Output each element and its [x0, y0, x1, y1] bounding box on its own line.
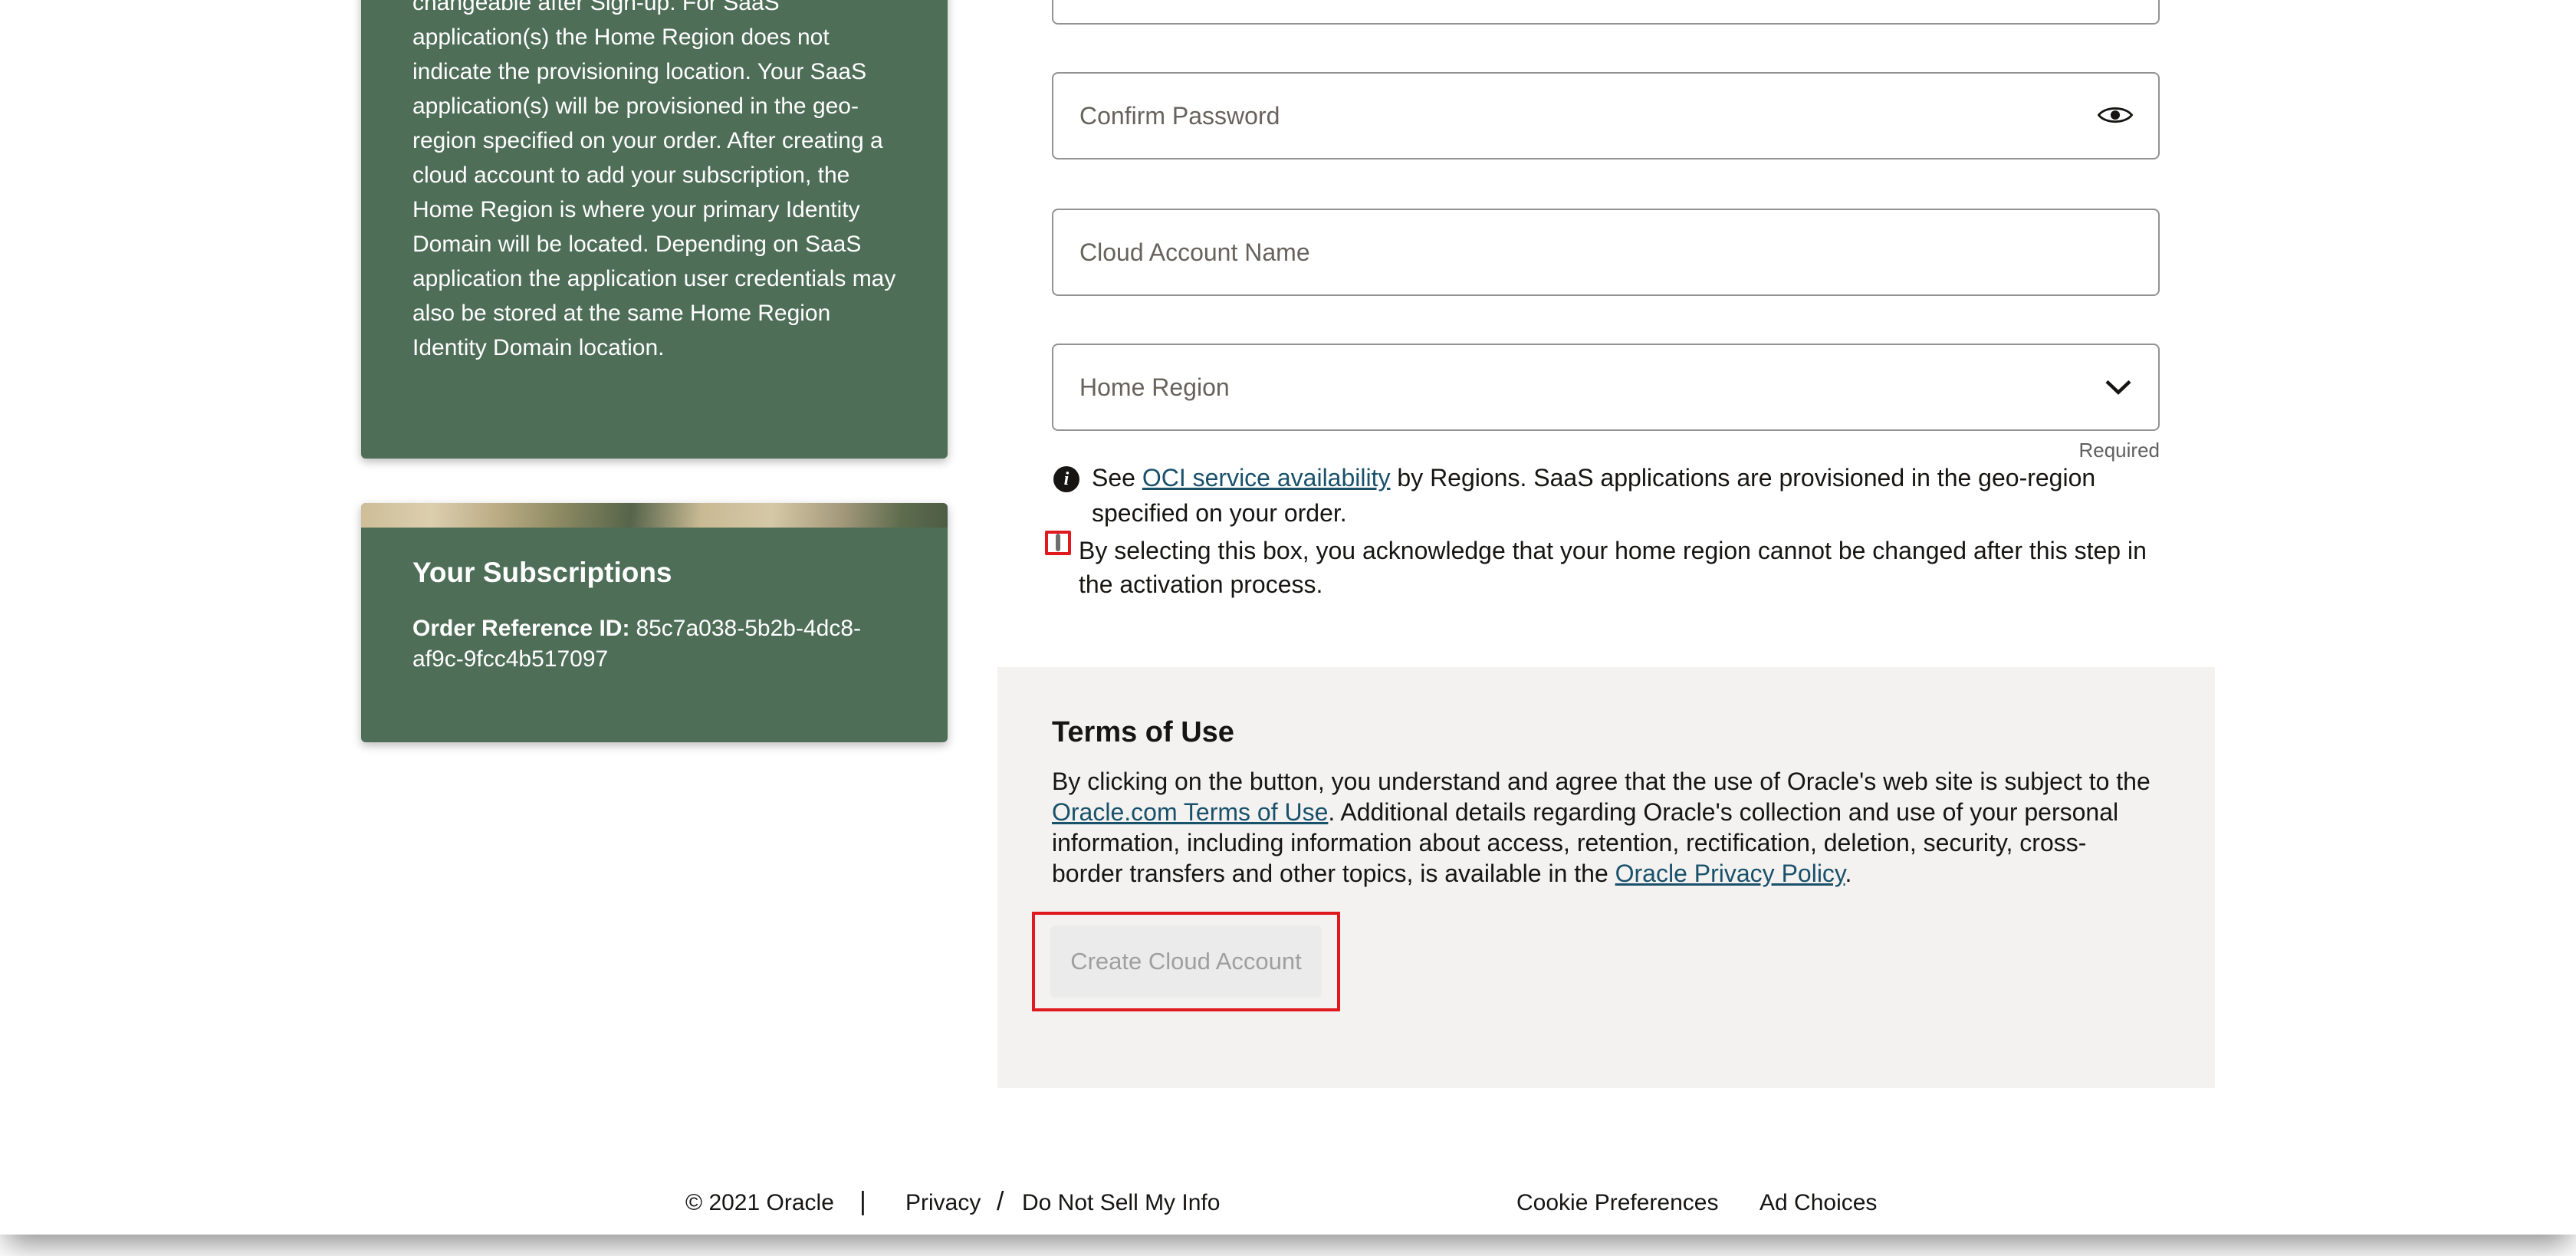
- subscriptions-panel: Your Subscriptions Order Reference ID:85…: [361, 503, 948, 742]
- footer-slash: /: [997, 1187, 1004, 1217]
- home-region-placeholder: Home Region: [1079, 373, 1230, 402]
- password-field-wrap: [1052, 0, 2160, 25]
- acknowledge-label: By selecting this box, you acknowledge t…: [1079, 531, 2174, 601]
- create-cloud-account-button[interactable]: Create Cloud Account: [1050, 926, 1322, 998]
- acknowledge-checkbox[interactable]: [1056, 534, 1060, 551]
- cloud-account-name-field-wrap: [1052, 209, 2160, 296]
- do-not-sell-link[interactable]: Do Not Sell My Info: [1022, 1190, 1220, 1216]
- note-prefix: See: [1092, 464, 1142, 492]
- home-region-info-text: changeable after Sign-up. For SaaS appli…: [412, 0, 896, 365]
- cookie-preferences-link[interactable]: Cookie Preferences: [1516, 1190, 1718, 1216]
- terms-title: Terms of Use: [1052, 716, 2215, 749]
- home-region-select-wrap: Home Region: [1052, 344, 2160, 431]
- home-region-info-panel: changeable after Sign-up. For SaaS appli…: [361, 0, 948, 459]
- info-icon: i: [1053, 466, 1079, 492]
- checkbox-highlight: [1045, 531, 1071, 555]
- button-highlight: Create Cloud Account: [1032, 912, 1340, 1011]
- confirm-password-field[interactable]: [1052, 72, 2160, 159]
- show-password-button[interactable]: [2091, 91, 2140, 140]
- order-reference: Order Reference ID:85c7a038-5b2b-4dc8-af…: [412, 613, 896, 675]
- order-reference-label: Order Reference ID:: [412, 616, 629, 641]
- ad-choices-link[interactable]: Ad Choices: [1760, 1190, 1877, 1216]
- home-region-select[interactable]: Home Region: [1052, 344, 2160, 431]
- subscriptions-title: Your Subscriptions: [412, 557, 896, 589]
- required-label: Required: [1052, 439, 2160, 462]
- page: changeable after Sign-up. For SaaS appli…: [0, 0, 2576, 1235]
- footer-divider: |: [859, 1187, 866, 1217]
- privacy-policy-link[interactable]: Oracle Privacy Policy: [1615, 860, 1845, 887]
- subscriptions-banner-image: [361, 503, 948, 528]
- privacy-link[interactable]: Privacy: [905, 1190, 981, 1216]
- terms-of-use-link[interactable]: Oracle.com Terms of Use: [1052, 798, 1328, 826]
- chevron-down-icon: [2104, 373, 2132, 402]
- password-field[interactable]: [1052, 0, 2160, 25]
- region-availability-note: i See OCI service availability by Region…: [1053, 460, 2167, 531]
- oci-service-availability-link[interactable]: OCI service availability: [1142, 464, 1391, 492]
- terms-text: By clicking on the button, you understan…: [1052, 766, 2156, 889]
- acknowledgement-row: By selecting this box, you acknowledge t…: [1045, 531, 2174, 601]
- terms-body-3: .: [1845, 860, 1852, 887]
- cloud-account-name-field[interactable]: [1052, 209, 2160, 296]
- confirm-password-field-wrap: [1052, 72, 2160, 159]
- footer-copyright: © 2021 Oracle: [685, 1190, 834, 1216]
- terms-section: Terms of Use By clicking on the button, …: [997, 667, 2215, 1088]
- eye-icon: [2098, 104, 2133, 129]
- terms-body-1: By clicking on the button, you understan…: [1052, 768, 2150, 795]
